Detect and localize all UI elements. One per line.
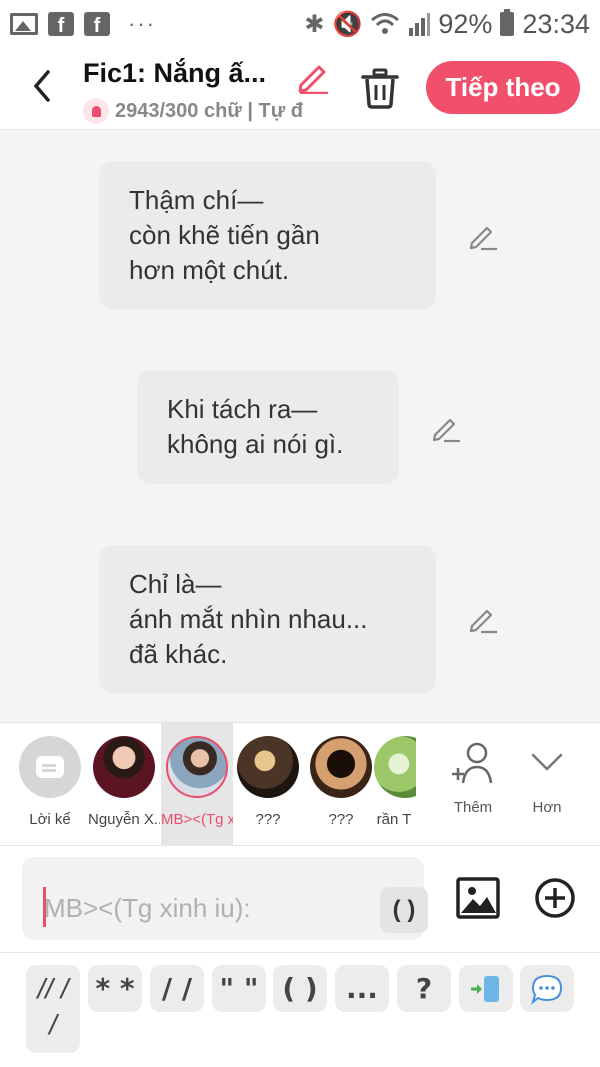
quick-keys-row: // / / * * / / " " ( ) ... ?: [0, 952, 600, 1067]
delete-button[interactable]: [360, 66, 400, 110]
quick-key-double-slash[interactable]: / /: [150, 965, 204, 1012]
character-bar: Lời kể Nguyễn X... MB><(Tg x... ??? ??? …: [0, 722, 600, 846]
avatar: [310, 736, 372, 798]
status-bar: f f ··· ✱ 🔇 92% 23:34: [0, 0, 600, 48]
message-input[interactable]: MB><(Tg xinh iu): ( ): [22, 857, 428, 940]
comment-key[interactable]: [520, 965, 574, 1012]
message-line: còn khẽ tiến gần: [129, 220, 320, 250]
battery-percent: 92%: [438, 8, 493, 39]
quick-key-slashes[interactable]: // / /: [26, 965, 80, 1053]
avatar: [166, 736, 228, 798]
character-item[interactable]: ???: [305, 723, 377, 846]
character-name: MB><(Tg x...: [161, 811, 233, 828]
next-button[interactable]: Tiếp theo: [426, 61, 580, 114]
phone-action-key[interactable]: [459, 965, 513, 1012]
input-row: MB><(Tg xinh iu): ( ): [0, 845, 600, 952]
expand-label: Hơn: [532, 799, 562, 816]
quick-key-question[interactable]: ?: [397, 965, 451, 1012]
add-character-button[interactable]: Thêm: [443, 723, 503, 846]
wifi-icon: [371, 13, 400, 34]
message-line: ánh mắt nhìn nhau...: [129, 604, 368, 634]
character-name: ???: [328, 811, 354, 828]
word-count: 2943/300 chữ | Tự đ: [83, 98, 333, 124]
speech-bubble-icon: [531, 974, 563, 1005]
gallery-icon: [10, 13, 38, 35]
signal-icon: [409, 13, 431, 36]
mute-icon: 🔇: [332, 10, 363, 38]
quick-key-asterisks[interactable]: * *: [88, 965, 142, 1012]
message-line: Khi tách ra—: [167, 394, 318, 424]
expand-button[interactable]: Hơn: [517, 723, 577, 846]
bell-icon: [83, 98, 109, 124]
character-item[interactable]: rần T: [372, 723, 416, 846]
chevron-down-icon: [531, 753, 563, 771]
add-circle-icon[interactable]: [534, 877, 576, 919]
phone-transfer-icon: [471, 975, 499, 1002]
character-name: Nguyễn X...: [88, 811, 160, 828]
clock: 23:34: [522, 8, 590, 39]
quick-key-ellipsis[interactable]: ...: [335, 965, 389, 1012]
page-title[interactable]: Fic1: Nắng ấ...: [83, 58, 283, 89]
add-label: Thêm: [453, 799, 493, 816]
input-placeholder: MB><(Tg xinh iu):: [44, 893, 251, 923]
header: Fic1: Nắng ấ... 2943/300 chữ | Tự đ Tiếp…: [0, 48, 600, 130]
character-name: ???: [255, 811, 281, 828]
quick-key-quotes[interactable]: " ": [212, 965, 266, 1012]
avatar: [237, 736, 299, 798]
character-narrator[interactable]: Lời kể: [14, 723, 86, 846]
status-left: f f ···: [10, 11, 156, 37]
message-line: Thậm chí—: [129, 185, 264, 215]
chevron-left-icon: [33, 70, 50, 102]
character-item[interactable]: Nguyễn X...: [88, 723, 160, 846]
character-name: Lời kể: [29, 811, 71, 828]
message-bubble[interactable]: Chỉ là— ánh mắt nhìn nhau... đã khác.: [99, 545, 436, 694]
back-button[interactable]: [24, 66, 60, 106]
parentheses-button[interactable]: ( ): [380, 887, 428, 933]
message-line: hơn một chút.: [129, 255, 290, 285]
edit-message-icon[interactable]: [467, 220, 499, 252]
character-name: rần T: [376, 811, 412, 828]
pencil-icon: [298, 65, 328, 95]
narrator-icon: [19, 736, 81, 798]
facebook-icon: f: [84, 12, 110, 36]
edit-message-icon[interactable]: [467, 603, 499, 635]
quick-key-parentheses[interactable]: ( ): [273, 965, 327, 1012]
message-bubble[interactable]: Khi tách ra— không ai nói gì.: [137, 370, 399, 484]
character-item-selected[interactable]: MB><(Tg x...: [161, 723, 233, 846]
bluetooth-icon: ✱: [304, 10, 325, 38]
edit-message-icon[interactable]: [430, 412, 462, 444]
message-line: đã khác.: [129, 639, 228, 669]
trash-icon: [361, 68, 399, 109]
message-line: Chỉ là—: [129, 569, 222, 599]
edit-title-button[interactable]: [295, 58, 331, 95]
message-bubble[interactable]: Thậm chí— còn khẽ tiến gần hơn một chút.: [99, 161, 436, 310]
avatar: [374, 736, 416, 798]
add-person-icon: [452, 742, 493, 784]
more-notifications-icon: ···: [128, 11, 156, 36]
battery-icon: [500, 9, 515, 36]
facebook-icon: f: [48, 12, 74, 36]
image-icon[interactable]: [455, 875, 501, 921]
character-item[interactable]: ???: [232, 723, 304, 846]
avatar: [93, 736, 155, 798]
status-right: ✱ 🔇 92% 23:34: [304, 9, 590, 40]
message-line: không ai nói gì.: [167, 429, 344, 459]
